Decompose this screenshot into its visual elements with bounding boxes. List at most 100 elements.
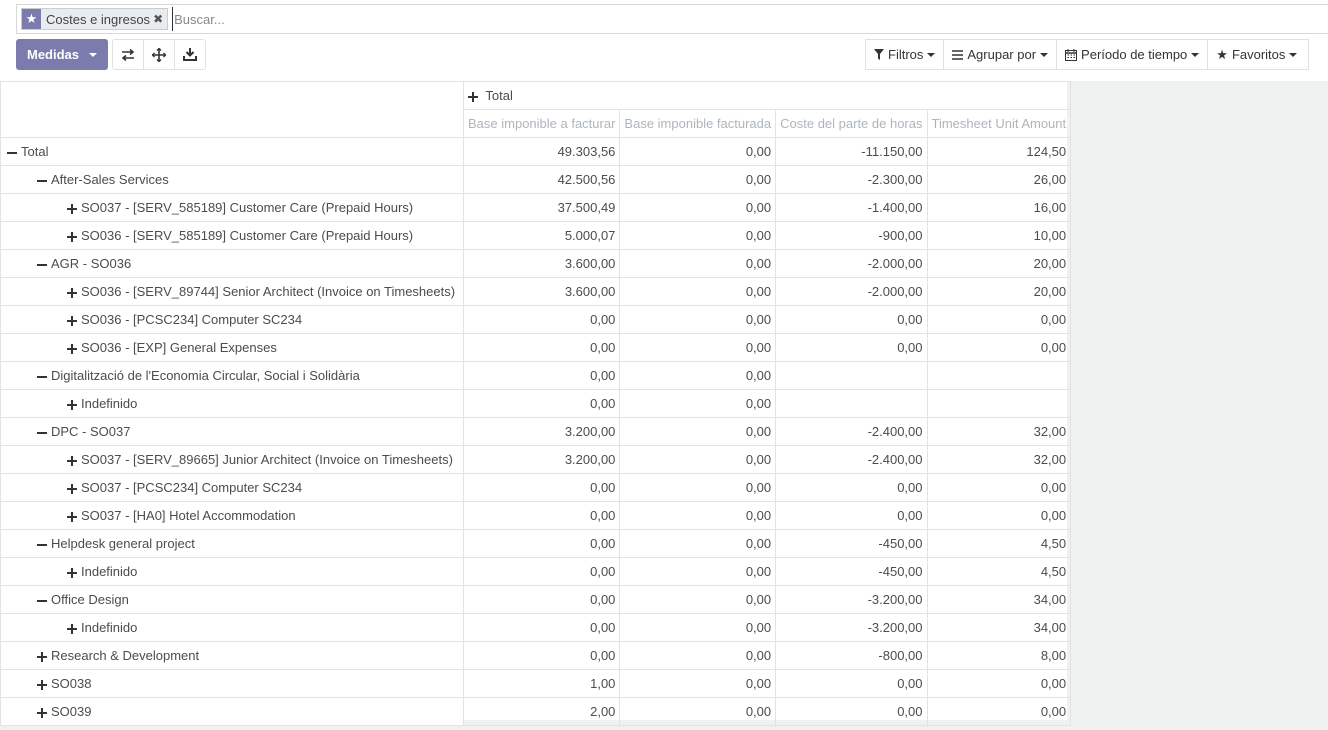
value-cell[interactable]: 0,00 (619, 193, 777, 222)
value-cell[interactable]: 8,00 (926, 641, 1072, 670)
value-cell[interactable]: 20,00 (926, 277, 1072, 306)
value-cell[interactable]: -3.200,00 (775, 585, 928, 614)
value-cell[interactable]: 1,00 (462, 669, 621, 698)
value-cell[interactable]: 0,00 (462, 473, 621, 502)
row-header[interactable]: SO036 - [EXP] General Expenses (0, 333, 464, 362)
value-cell[interactable]: 0,00 (462, 333, 621, 362)
value-cell[interactable]: 124,50 (926, 137, 1072, 166)
value-cell[interactable]: 0,00 (462, 361, 621, 390)
value-cell[interactable]: 3.200,00 (462, 417, 621, 446)
value-cell[interactable]: 0,00 (775, 473, 928, 502)
value-cell[interactable]: 0,00 (619, 305, 777, 334)
row-header[interactable]: SO037 - [SERV_585189] Customer Care (Pre… (0, 193, 464, 222)
value-cell[interactable]: 16,00 (926, 193, 1072, 222)
measure-header[interactable]: Base imponible facturada (619, 109, 777, 138)
value-cell[interactable]: 0,00 (619, 585, 777, 614)
measures-button[interactable]: Medidas (16, 39, 109, 70)
value-cell[interactable]: 0,00 (462, 585, 621, 614)
value-cell[interactable]: 0,00 (775, 697, 928, 726)
value-cell[interactable]: 0,00 (619, 669, 777, 698)
value-cell[interactable]: 49.303,56 (462, 137, 621, 166)
value-cell[interactable]: 0,00 (619, 641, 777, 670)
measure-header[interactable]: Base imponible a facturar (462, 109, 621, 138)
value-cell[interactable]: 0,00 (619, 417, 777, 446)
value-cell[interactable]: -2.000,00 (775, 249, 928, 278)
value-cell[interactable] (775, 389, 928, 418)
value-cell[interactable]: 0,00 (619, 529, 777, 558)
value-cell[interactable]: -1.400,00 (775, 193, 928, 222)
row-header[interactable]: Indefinido (0, 613, 464, 642)
value-cell[interactable]: 0,00 (775, 669, 928, 698)
favorites-dropdown[interactable]: ★ Favoritos (1207, 39, 1310, 70)
value-cell[interactable]: 0,00 (619, 445, 777, 474)
flip-axis-button[interactable] (112, 39, 145, 70)
value-cell[interactable]: 0,00 (775, 305, 928, 334)
value-cell[interactable]: 20,00 (926, 249, 1072, 278)
value-cell[interactable]: 0,00 (619, 277, 777, 306)
row-header[interactable]: Helpdesk general project (0, 529, 464, 558)
value-cell[interactable]: 42.500,56 (462, 165, 621, 194)
value-cell[interactable]: 0,00 (926, 669, 1072, 698)
value-cell[interactable]: 26,00 (926, 165, 1072, 194)
value-cell[interactable]: 0,00 (926, 333, 1072, 362)
row-header[interactable]: DPC - SO037 (0, 417, 464, 446)
value-cell[interactable]: 0,00 (619, 613, 777, 642)
filters-dropdown[interactable]: Filtros (865, 39, 945, 70)
facet-remove-icon[interactable]: ✖ (153, 12, 167, 26)
search-input[interactable] (172, 7, 773, 31)
value-cell[interactable]: 4,50 (926, 529, 1072, 558)
value-cell[interactable]: -900,00 (775, 221, 928, 250)
expand-all-button[interactable] (143, 39, 176, 70)
value-cell[interactable]: 0,00 (619, 501, 777, 530)
value-cell[interactable]: 0,00 (462, 529, 621, 558)
value-cell[interactable]: -2.400,00 (775, 417, 928, 446)
row-header[interactable]: Office Design (0, 585, 464, 614)
row-header[interactable]: AGR - SO036 (0, 249, 464, 278)
row-header[interactable]: Total (0, 137, 464, 166)
value-cell[interactable]: 0,00 (619, 389, 777, 418)
value-cell[interactable]: 0,00 (619, 333, 777, 362)
value-cell[interactable]: 0,00 (619, 557, 777, 586)
value-cell[interactable]: 5.000,07 (462, 221, 621, 250)
value-cell[interactable]: -2.000,00 (775, 277, 928, 306)
row-header[interactable]: SO036 - [SERV_89744] Senior Architect (I… (0, 277, 464, 306)
value-cell[interactable]: -800,00 (775, 641, 928, 670)
value-cell[interactable]: -450,00 (775, 557, 928, 586)
row-header[interactable]: SO037 - [PCSC234] Computer SC234 (0, 473, 464, 502)
value-cell[interactable]: -2.400,00 (775, 445, 928, 474)
row-header[interactable]: Digitalització de l'Economia Circular, S… (0, 361, 464, 390)
col-header-total[interactable]: Total (462, 81, 1072, 110)
value-cell[interactable]: 0,00 (619, 249, 777, 278)
value-cell[interactable]: 37.500,49 (462, 193, 621, 222)
value-cell[interactable]: 0,00 (926, 473, 1072, 502)
row-header[interactable]: Indefinido (0, 389, 464, 418)
row-header[interactable]: SO036 - [SERV_585189] Customer Care (Pre… (0, 221, 464, 250)
value-cell[interactable]: 32,00 (926, 445, 1072, 474)
row-header[interactable]: SO036 - [PCSC234] Computer SC234 (0, 305, 464, 334)
row-header[interactable]: Indefinido (0, 557, 464, 586)
value-cell[interactable]: 3.600,00 (462, 277, 621, 306)
period-dropdown[interactable]: Período de tiempo (1056, 39, 1209, 70)
value-cell[interactable]: 0,00 (462, 389, 621, 418)
value-cell[interactable]: -450,00 (775, 529, 928, 558)
value-cell[interactable]: -2.300,00 (775, 165, 928, 194)
value-cell[interactable]: -11.150,00 (775, 137, 928, 166)
groupby-dropdown[interactable]: Agrupar por (943, 39, 1058, 70)
value-cell[interactable]: 0,00 (926, 305, 1072, 334)
measure-header[interactable]: Coste del parte de horas (775, 109, 928, 138)
value-cell[interactable]: 34,00 (926, 585, 1072, 614)
download-button[interactable] (174, 39, 207, 70)
value-cell[interactable]: 0,00 (462, 501, 621, 530)
value-cell[interactable]: 4,50 (926, 557, 1072, 586)
row-header[interactable]: SO039 (0, 697, 464, 726)
value-cell[interactable]: 0,00 (619, 473, 777, 502)
value-cell[interactable] (775, 361, 928, 390)
value-cell[interactable]: 3.600,00 (462, 249, 621, 278)
value-cell[interactable]: 10,00 (926, 221, 1072, 250)
row-header[interactable]: Research & Development (0, 641, 464, 670)
value-cell[interactable]: 3.200,00 (462, 445, 621, 474)
measure-header[interactable]: Timesheet Unit Amount (926, 109, 1072, 138)
value-cell[interactable]: 0,00 (619, 137, 777, 166)
value-cell[interactable] (926, 361, 1072, 390)
value-cell[interactable]: -3.200,00 (775, 613, 928, 642)
